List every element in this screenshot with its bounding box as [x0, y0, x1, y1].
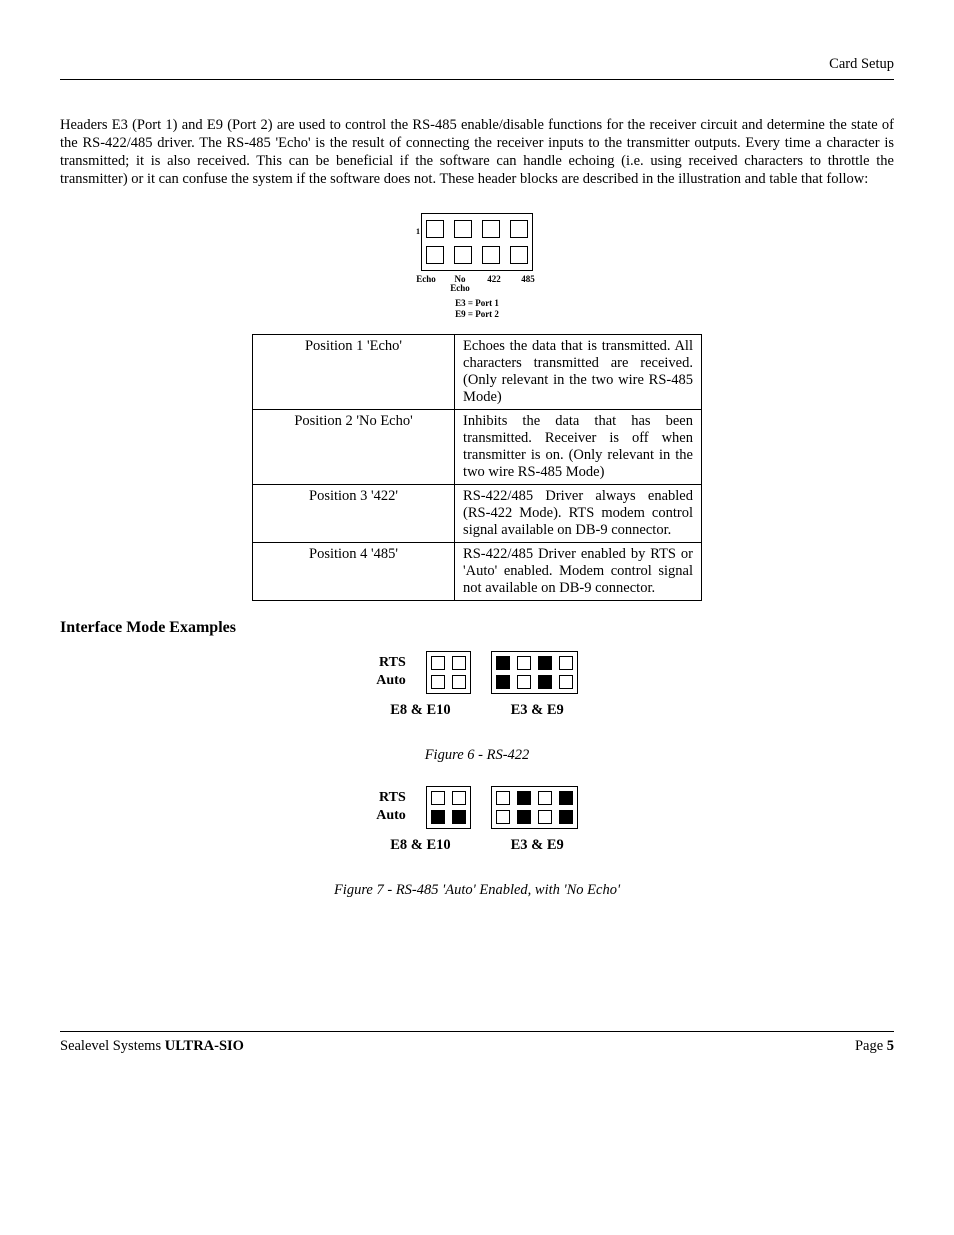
jumper-port-note: E3 = Port 1 E9 = Port 2 — [455, 298, 499, 320]
fig7-jumper-right — [491, 786, 578, 829]
label-rts: RTS — [376, 789, 406, 807]
caption-e8-e10: E8 & E10 — [390, 702, 450, 719]
caption-e3-e9: E3 & E9 — [511, 702, 564, 719]
position-cell: Position 4 '485' — [253, 542, 455, 600]
page-footer: Sealevel Systems ULTRA-SIO Page 5 — [60, 1038, 894, 1055]
position-cell: Position 1 'Echo' — [253, 334, 455, 409]
jumper-diagram: 1 Echo No Echo 422 485 E3 = Port 1 E9 = … — [60, 213, 894, 320]
description-cell: Echoes the data that is transmitted. All… — [455, 334, 702, 409]
caption-e3-e9: E3 & E9 — [511, 837, 564, 854]
fig6-jumper-left — [426, 651, 471, 694]
fig7-block-captions: E8 & E10 E3 & E9 — [390, 837, 564, 854]
fig7-jumper-left — [426, 786, 471, 829]
figure6-row: RTS Auto — [376, 651, 578, 694]
position-cell: Position 2 'No Echo' — [253, 409, 455, 484]
fig6-jumper-right — [491, 651, 578, 694]
position-description-table: Position 1 'Echo'Echoes the data that is… — [252, 334, 702, 601]
jumper-pin — [454, 220, 472, 238]
jumper-pin — [454, 246, 472, 264]
jumper-pin — [482, 220, 500, 238]
interface-mode-examples: RTS Auto E8 & E10 E3 & E9 Figure 6 - RS-… — [60, 651, 894, 921]
jumper-column-labels: Echo No Echo 422 485 — [409, 275, 545, 295]
jumper-pin — [426, 246, 444, 264]
label-auto: Auto — [376, 807, 406, 825]
figure7-row-labels: RTS Auto — [376, 789, 406, 825]
col-label-422: 422 — [477, 275, 511, 295]
jumper-pin — [510, 220, 528, 238]
section-heading-interface-modes: Interface Mode Examples — [60, 619, 894, 637]
header-rule — [60, 79, 894, 80]
position-cell: Position 3 '422' — [253, 484, 455, 542]
description-cell: RS-422/485 Driver enabled by RTS or 'Aut… — [455, 542, 702, 600]
jumper-pin — [510, 246, 528, 264]
figure7-caption: Figure 7 - RS-485 'Auto' Enabled, with '… — [334, 882, 620, 899]
fig6-block-captions: E8 & E10 E3 & E9 — [390, 702, 564, 719]
col-label-echo: Echo — [409, 275, 443, 295]
table-row: Position 2 'No Echo'Inhibits the data th… — [253, 409, 702, 484]
col-label-noecho: No Echo — [443, 275, 477, 295]
description-cell: Inhibits the data that has been transmit… — [455, 409, 702, 484]
description-cell: RS-422/485 Driver always enabled (RS-422… — [455, 484, 702, 542]
table-row: Position 4 '485'RS-422/485 Driver enable… — [253, 542, 702, 600]
intro-paragraph: Headers E3 (Port 1) and E9 (Port 2) are … — [60, 116, 894, 189]
jumper-header-box — [421, 213, 533, 271]
col-label-485: 485 — [511, 275, 545, 295]
figure6-row-labels: RTS Auto — [376, 654, 406, 690]
page-header: Card Setup — [60, 56, 894, 73]
table-row: Position 3 '422'RS-422/485 Driver always… — [253, 484, 702, 542]
jumper-pin — [482, 246, 500, 264]
footer-left: Sealevel Systems ULTRA-SIO — [60, 1038, 244, 1055]
caption-e8-e10: E8 & E10 — [390, 837, 450, 854]
footer-rule — [60, 1031, 894, 1032]
jumper-pin — [426, 220, 444, 238]
header-section-title: Card Setup — [829, 56, 894, 72]
pin1-marker: 1 — [416, 227, 420, 236]
figure7-row: RTS Auto — [376, 786, 578, 829]
table-row: Position 1 'Echo'Echoes the data that is… — [253, 334, 702, 409]
label-rts: RTS — [376, 654, 406, 672]
figure6-caption: Figure 6 - RS-422 — [425, 747, 530, 764]
label-auto: Auto — [376, 672, 406, 690]
footer-right: Page 5 — [855, 1038, 894, 1055]
